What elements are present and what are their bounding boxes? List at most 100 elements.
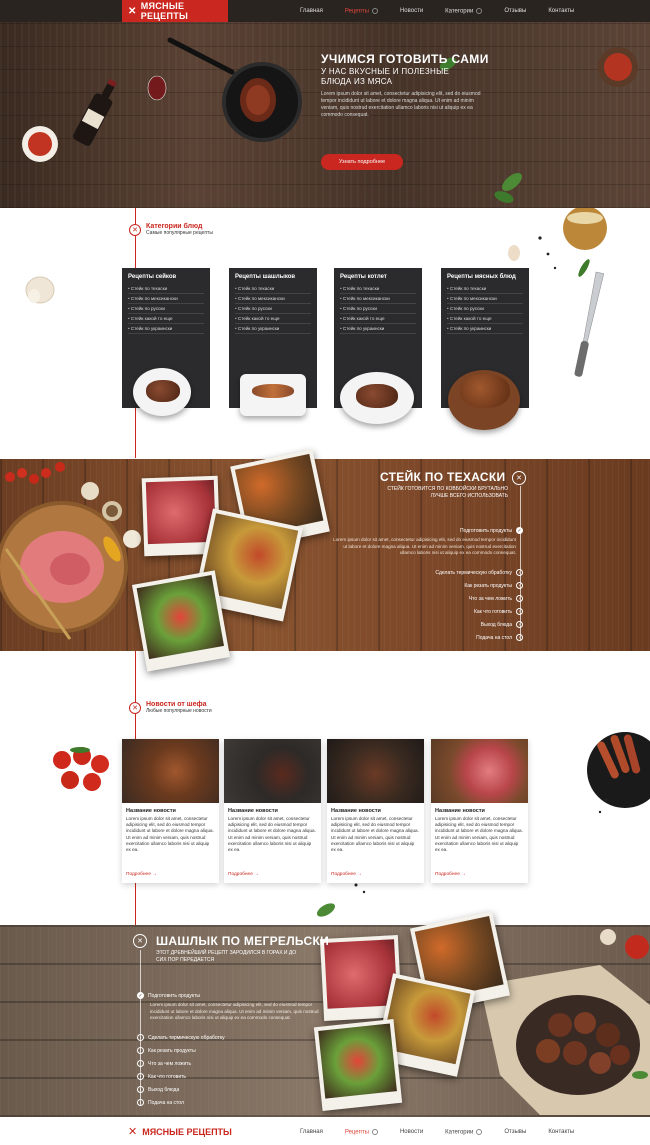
category-link[interactable]: Стейк по русски: [235, 304, 311, 314]
footer-nav: Главная Рецепты Новости Категории Отзывы…: [300, 1121, 574, 1143]
footer-nav-recipes[interactable]: Рецепты: [344, 1128, 378, 1136]
hero-subtitle-line1: У НАС ВКУСНЫЕ И ПОЛЕЗНЫЕ: [321, 67, 450, 76]
step-label: Подача на стол: [476, 634, 512, 641]
shashlik-step[interactable]: › Сделать термическую обработку: [137, 1034, 225, 1041]
news-subtitle: Любые популярные новости: [146, 708, 212, 714]
news-card[interactable]: Название новости Lorem ipsum dolor sit a…: [122, 739, 219, 883]
category-list: Стейк по техаски Стейк по мексикански Ст…: [122, 284, 210, 334]
category-link[interactable]: Стейк какой то еще: [447, 314, 523, 324]
nav-news[interactable]: Новости: [400, 8, 423, 14]
news-card[interactable]: Название новости Lorem ipsum dolor sit a…: [327, 739, 424, 883]
steak-step[interactable]: Что за чем ложить ›: [469, 595, 523, 602]
step-label: Как резать продукты: [464, 582, 512, 589]
category-link[interactable]: Стейк по техаски: [447, 284, 523, 294]
steak-food-illustration: [0, 462, 141, 640]
steak-step-text: Lorem ipsum dolor sit amet, consectetur …: [333, 537, 516, 555]
nav-categories-label: Категории: [445, 1129, 474, 1136]
news-card[interactable]: Название новости Lorem ipsum dolor sit a…: [431, 739, 528, 883]
category-link[interactable]: Стейк по украински: [340, 324, 416, 334]
footer-nav-contacts[interactable]: Контакты: [548, 1129, 574, 1135]
nav-home[interactable]: Главная: [300, 8, 323, 14]
category-link[interactable]: Стейк по техаски: [235, 284, 311, 294]
shashlik-step-text: Lorem ipsum dolor sit amet, consectetur …: [150, 1002, 319, 1020]
news-image: [224, 739, 321, 803]
photo-vegetables: [313, 1019, 403, 1111]
nav-categories-label: Категории: [445, 8, 474, 15]
hero-title: УЧИМСЯ ГОТОВИТЬ САМИ: [321, 52, 489, 66]
steak-step[interactable]: Подготовить продукты ✓: [460, 527, 523, 534]
category-card-title: Рецепты мясных блюд: [447, 274, 516, 280]
read-more-link[interactable]: Подробнее →: [228, 872, 259, 877]
read-more-link[interactable]: Подробнее →: [331, 872, 362, 877]
steak-step[interactable]: Выход блюда ›: [481, 621, 523, 628]
shashlik-step[interactable]: › Подача на стол: [137, 1099, 184, 1106]
step-label: Как что готовить: [148, 1073, 187, 1080]
category-link[interactable]: Стейк по русски: [447, 304, 523, 314]
news-card[interactable]: Название новости Lorem ipsum dolor sit a…: [224, 739, 321, 883]
category-link[interactable]: Стейк по мексикански: [235, 294, 311, 304]
news-image: [431, 739, 528, 803]
footer-nav-categories[interactable]: Категории: [445, 1128, 483, 1136]
footer-logo[interactable]: ✕ МЯСНЫЕ РЕЦЕПТЫ: [128, 1125, 232, 1138]
category-link[interactable]: Стейк какой то еще: [128, 314, 204, 324]
shashlik-step[interactable]: › Выход блюда: [137, 1086, 179, 1093]
category-link[interactable]: Стейк по мексикански: [447, 294, 523, 304]
category-link[interactable]: Стейк по техаски: [340, 284, 416, 294]
read-more-link[interactable]: Подробнее →: [126, 872, 157, 877]
footer-nav-news[interactable]: Новости: [400, 1129, 423, 1135]
step-dot-icon: ›: [516, 569, 523, 576]
footer-nav-home[interactable]: Главная: [300, 1129, 323, 1135]
news-card-title: Название новости: [331, 808, 381, 814]
category-link[interactable]: Стейк по русски: [128, 304, 204, 314]
steak-step[interactable]: Подача на стол ›: [476, 634, 523, 641]
step-dot-icon: ›: [516, 582, 523, 589]
steak-step[interactable]: Сделать термическую обработку ›: [435, 569, 523, 576]
step-label: Что за чем ложить: [148, 1060, 192, 1067]
hero-subtitle: У НАС ВКУСНЫЕ И ПОЛЕЗНЫЕ БЛЮДА ИЗ МЯСА: [321, 67, 471, 87]
category-link[interactable]: Стейк по украински: [447, 324, 523, 334]
step-dot-icon: ›: [137, 1086, 144, 1093]
shashlik-step[interactable]: › Что за чем ложить: [137, 1060, 191, 1067]
hero-subtitle-line2: БЛЮДА ИЗ МЯСА: [321, 77, 393, 86]
nav-categories[interactable]: Категории: [445, 7, 483, 15]
steak-step[interactable]: Как что готовить ›: [474, 608, 523, 615]
steak-step[interactable]: Как резать продукты ›: [464, 582, 523, 589]
news-card-title: Название новости: [228, 808, 278, 814]
nav-contacts[interactable]: Контакты: [548, 8, 574, 14]
category-link[interactable]: Стейк по мексикански: [340, 294, 416, 304]
category-link[interactable]: Стейк по мексикански: [128, 294, 204, 304]
step-label: Подача на стол: [148, 1099, 184, 1106]
learn-more-button[interactable]: Узнать подробнее: [321, 154, 403, 170]
nav-reviews[interactable]: Отзывы: [504, 8, 526, 14]
step-label: Выход блюда: [148, 1086, 180, 1093]
site-logo[interactable]: ✕ МЯСНЫЕ РЕЦЕПТЫ: [122, 0, 228, 22]
news-card-text: Lorem ipsum dolor sit amet, consectetur …: [331, 816, 419, 853]
nav-recipes-label: Рецепты: [344, 1129, 369, 1136]
category-link[interactable]: Стейк по украински: [235, 324, 311, 334]
category-link[interactable]: Стейк по украински: [128, 324, 204, 334]
shashlik-step[interactable]: ✓ Подготовить продукты: [137, 992, 200, 999]
footer-nav-reviews[interactable]: Отзывы: [504, 1129, 526, 1135]
nav-recipes[interactable]: Рецепты: [345, 7, 378, 14]
shashlik-timeline: [140, 950, 141, 1106]
step-label: Что за чем ложить: [468, 595, 512, 602]
category-link[interactable]: Стейк по техаски: [128, 284, 204, 294]
read-more-link[interactable]: Подробнее →: [435, 872, 466, 877]
steak-image: [146, 380, 180, 402]
shashlik-step[interactable]: › Как что готовить: [137, 1073, 186, 1080]
shashlik-subtitle: ЭТОТ ДРЕВНЕЙШИЙ РЕЦЕПТ ЗАРОДИЛСЯ В ГОРАХ…: [156, 950, 297, 963]
step-dot-icon: ›: [137, 1034, 144, 1041]
category-card-title: Рецепты сейков: [128, 274, 177, 280]
photo-vegetables: [131, 570, 231, 672]
kebab-image: [252, 384, 294, 398]
fork-knife-icon: ✕: [128, 1126, 138, 1138]
category-link[interactable]: Стейк по русски: [340, 304, 416, 314]
shashlik-step[interactable]: › Как резать продукты: [137, 1047, 196, 1054]
category-link[interactable]: Стейк какой то еще: [235, 314, 311, 324]
category-link[interactable]: Стейк какой то еще: [340, 314, 416, 324]
expand-icon: [371, 1128, 378, 1135]
expand-icon: [476, 7, 483, 14]
steak-image: [460, 374, 510, 408]
footer-logo-text: МЯСНЫЕ РЕЦЕПТЫ: [142, 1126, 232, 1137]
step-dot-icon: ›: [516, 608, 523, 615]
